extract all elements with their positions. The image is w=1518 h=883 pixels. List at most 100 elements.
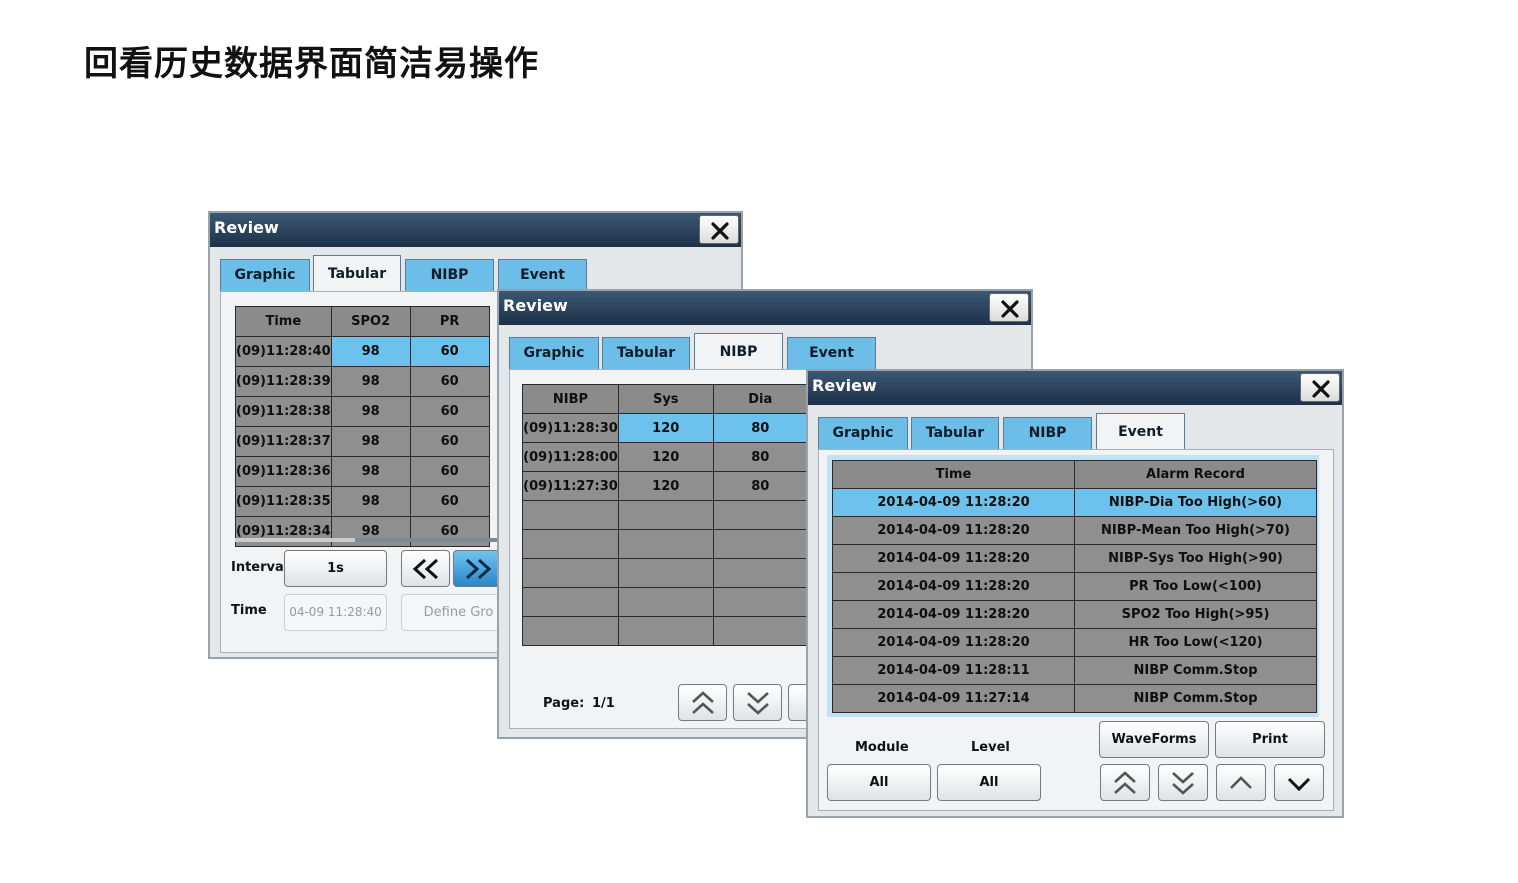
cell-spo2: 98 [330, 426, 411, 457]
cell-pr: 60 [409, 516, 490, 547]
cell-time: (09)11:28:00 [522, 442, 619, 472]
column-header: Sys [617, 384, 714, 414]
tab-nibp[interactable]: NIBP [1003, 417, 1092, 450]
table-row[interactable]: 2014-04-09 11:28:20 SPO2 Too High(>95) [832, 600, 1317, 629]
table-row[interactable]: (09)11:27:30 120 80 [522, 471, 809, 501]
horizontal-scrollbar[interactable] [235, 538, 515, 542]
scroll-down-button[interactable] [1274, 764, 1324, 801]
cell-spo2: 98 [330, 516, 411, 547]
waveforms-button[interactable]: WaveForms [1099, 721, 1209, 758]
cell-time: (09)11:28:36 [235, 456, 332, 487]
cell-empty [617, 529, 714, 559]
level-select[interactable]: All [937, 764, 1041, 801]
tab-graphic[interactable]: Graphic [220, 259, 310, 292]
cell-alarm: NIBP-Dia Too High(>60) [1074, 488, 1317, 517]
module-label: Module [855, 740, 909, 755]
cell-time: (09)11:28:40 [235, 336, 332, 367]
table-row[interactable] [522, 558, 809, 588]
cell-time: 2014-04-09 11:27:14 [832, 684, 1075, 713]
cell-empty [522, 558, 619, 588]
module-select[interactable]: All [827, 764, 931, 801]
table-row[interactable] [522, 529, 809, 559]
cell-time: 2014-04-09 11:28:11 [832, 656, 1075, 685]
table-row[interactable]: (09)11:28:38 98 60 [235, 396, 490, 427]
tab-graphic[interactable]: Graphic [509, 337, 599, 370]
title-bar[interactable]: Review [210, 213, 741, 247]
tab-nibp[interactable]: NIBP [694, 333, 783, 371]
table-row[interactable]: (09)11:28:37 98 60 [235, 426, 490, 457]
table-row[interactable] [522, 616, 809, 646]
cell-empty [712, 500, 809, 530]
cell-empty [712, 587, 809, 617]
time-field[interactable]: 04-09 11:28:40 [284, 594, 387, 631]
page-up-button[interactable] [1100, 764, 1150, 801]
table-row[interactable]: 2014-04-09 11:28:11 NIBP Comm.Stop [832, 656, 1317, 685]
cell-pr: 60 [409, 336, 490, 367]
cell-alarm: NIBP Comm.Stop [1074, 656, 1317, 685]
close-icon [711, 222, 729, 240]
cell-spo2: 98 [330, 486, 411, 517]
close-button[interactable] [1300, 373, 1340, 402]
page-up-button[interactable] [678, 684, 727, 721]
cell-empty [617, 558, 714, 588]
table-row[interactable]: 2014-04-09 11:27:14 NIBP Comm.Stop [832, 684, 1317, 713]
table-row[interactable]: (09)11:28:39 98 60 [235, 366, 490, 397]
tab-tabular[interactable]: Tabular [313, 255, 401, 293]
table-row[interactable]: (09)11:28:35 98 60 [235, 486, 490, 517]
column-header: Time [235, 306, 332, 337]
cell-alarm: NIBP-Sys Too High(>90) [1074, 544, 1317, 573]
table-row[interactable] [522, 587, 809, 617]
tab-event[interactable]: Event [1096, 413, 1185, 451]
close-button[interactable] [699, 215, 739, 244]
title-bar[interactable]: Review [499, 291, 1031, 325]
print-button[interactable]: Print [1215, 721, 1325, 758]
table-row[interactable]: 2014-04-09 11:28:20 NIBP-Sys Too High(>9… [832, 544, 1317, 573]
cell-time: (09)11:28:30 [522, 413, 619, 443]
page-label: Page: [543, 696, 585, 711]
table-row[interactable]: (09)11:28:30 120 80 [522, 413, 809, 443]
table-row[interactable]: 2014-04-09 11:28:20 NIBP-Mean Too High(>… [832, 516, 1317, 545]
tab-tabular[interactable]: Tabular [911, 417, 999, 450]
page-back-button[interactable] [401, 550, 450, 587]
tabular-panel: Time SPO2 PR (09)11:28:40 98 60 (09)11:2… [220, 291, 520, 653]
table-row[interactable]: 2014-04-09 11:28:20 PR Too Low(<100) [832, 572, 1317, 601]
cell-empty [522, 529, 619, 559]
tab-event[interactable]: Event [498, 259, 587, 292]
cell-time: (09)11:28:39 [235, 366, 332, 397]
scroll-up-button[interactable] [1216, 764, 1266, 801]
cell-time: 2014-04-09 11:28:20 [832, 600, 1075, 629]
table-row[interactable]: (09)11:28:34 98 60 [235, 516, 490, 547]
interval-label: Interval [231, 560, 289, 575]
close-button[interactable] [989, 293, 1029, 322]
review-window-event: Review Graphic Tabular NIBP Event Time A… [806, 369, 1344, 818]
page-down-button[interactable] [1158, 764, 1208, 801]
cell-spo2: 98 [330, 366, 411, 397]
cell-alarm: SPO2 Too High(>95) [1074, 600, 1317, 629]
tab-nibp[interactable]: NIBP [405, 259, 494, 292]
title-bar[interactable]: Review [808, 371, 1342, 405]
cell-spo2: 98 [330, 456, 411, 487]
table-row[interactable]: 2014-04-09 11:28:20 NIBP-Dia Too High(>6… [832, 488, 1317, 517]
window-title: Review [214, 218, 279, 237]
cell-time: (09)11:28:38 [235, 396, 332, 427]
page-forward-button[interactable] [453, 550, 502, 587]
cell-alarm: NIBP Comm.Stop [1074, 684, 1317, 713]
tab-tabular[interactable]: Tabular [602, 337, 690, 370]
table-row[interactable]: 2014-04-09 11:28:20 HR Too Low(<120) [832, 628, 1317, 657]
table-row[interactable] [522, 500, 809, 530]
table-row[interactable]: (09)11:28:40 98 60 [235, 336, 490, 367]
scrollbar-thumb[interactable] [355, 538, 515, 542]
chevron-down-icon [1287, 777, 1311, 792]
cell-time: 2014-04-09 11:28:20 [832, 628, 1075, 657]
page-down-button[interactable] [733, 684, 782, 721]
tab-graphic[interactable]: Graphic [818, 417, 908, 450]
cell-empty [712, 558, 809, 588]
cell-pr: 60 [409, 366, 490, 397]
cell-alarm: NIBP-Mean Too High(>70) [1074, 516, 1317, 545]
tab-event[interactable]: Event [787, 337, 876, 370]
cell-empty [522, 587, 619, 617]
interval-button[interactable]: 1s [284, 550, 387, 587]
table-row[interactable]: (09)11:28:00 120 80 [522, 442, 809, 472]
table-row[interactable]: (09)11:28:36 98 60 [235, 456, 490, 487]
close-icon [1001, 300, 1019, 318]
